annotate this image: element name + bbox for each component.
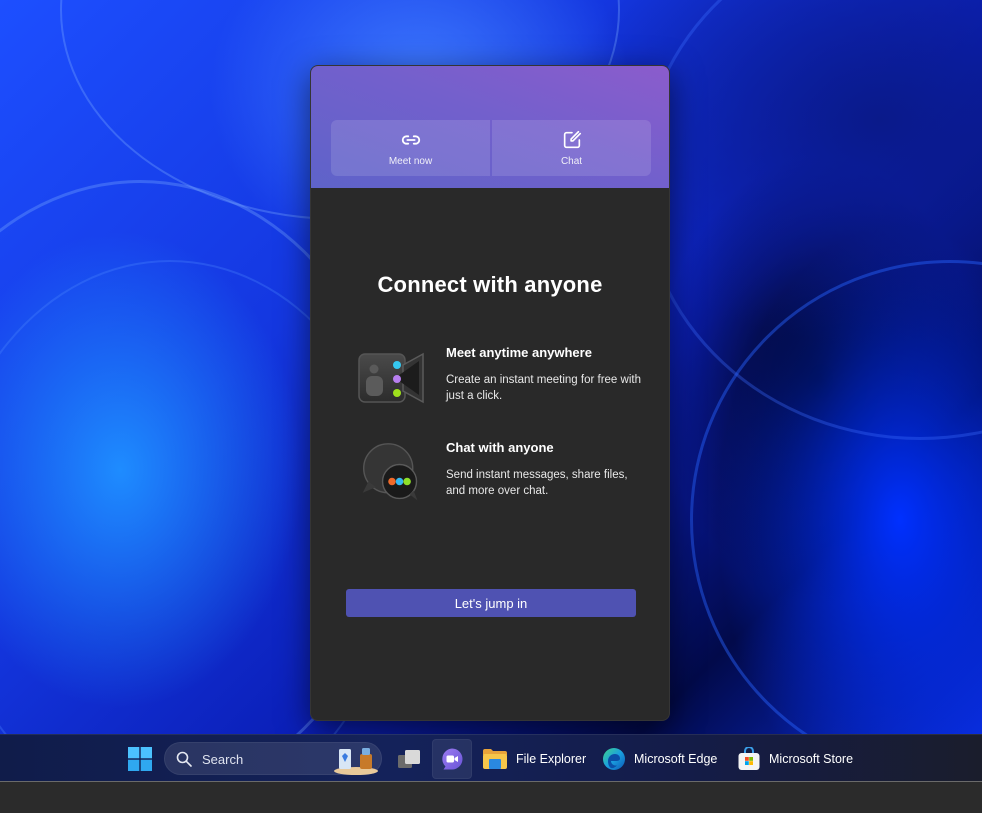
teams-chat-button[interactable] bbox=[432, 739, 472, 779]
feature-chat-description: Send instant messages, share files, and … bbox=[446, 469, 628, 497]
taskbar-file-explorer[interactable]: File Explorer bbox=[482, 739, 586, 779]
flyout-title: Connect with anyone bbox=[377, 272, 603, 297]
flyout-body: Connect with anyone Meet anytime anywher… bbox=[311, 188, 669, 720]
task-view-button[interactable] bbox=[392, 739, 426, 779]
chat-label: Chat bbox=[560, 156, 583, 167]
task-view-icon bbox=[398, 750, 420, 768]
quick-actions: Meet now Chat bbox=[331, 120, 651, 176]
wallpaper-swirl bbox=[690, 260, 982, 735]
feature-meet-title: Meet anytime anywhere bbox=[446, 345, 592, 360]
search-icon bbox=[176, 751, 192, 767]
feature-meet-description: Create an instant meeting for free with … bbox=[446, 374, 641, 402]
chat-bubbles-icon bbox=[362, 443, 418, 501]
store-icon bbox=[738, 747, 760, 770]
meet-now-label: Meet now bbox=[388, 156, 433, 167]
search-placeholder: Search bbox=[202, 752, 244, 767]
microsoft-store-label: Microsoft Store bbox=[769, 752, 854, 766]
taskbar-search[interactable]: Search bbox=[164, 742, 382, 775]
meet-now-button[interactable]: Meet now bbox=[331, 120, 490, 176]
teams-chat-icon bbox=[442, 748, 463, 770]
taskbar: Search File Explorer Microsoft Edge Micr… bbox=[0, 734, 982, 782]
feature-chat: Chat with anyone Send instant messages, … bbox=[357, 440, 657, 520]
feature-meet: Meet anytime anywhere Create an instant … bbox=[357, 345, 657, 425]
folder-icon bbox=[483, 749, 507, 769]
feature-chat-title: Chat with anyone bbox=[446, 440, 554, 455]
edge-icon bbox=[603, 748, 625, 770]
chat-button[interactable]: Chat bbox=[492, 120, 651, 176]
wallpaper-swirl bbox=[640, 0, 982, 440]
microsoft-edge-label: Microsoft Edge bbox=[634, 752, 718, 766]
search-highlight-icon bbox=[334, 748, 378, 775]
teams-flyout: Meet now Chat Connect with anyone Meet a… bbox=[310, 65, 670, 721]
taskbar-microsoft-store[interactable]: Microsoft Store bbox=[737, 739, 853, 779]
lets-jump-in-button[interactable]: Let's jump in bbox=[346, 589, 636, 617]
taskbar-microsoft-edge[interactable]: Microsoft Edge bbox=[602, 739, 717, 779]
windows-start-icon bbox=[128, 747, 152, 771]
flyout-header: Meet now Chat bbox=[311, 66, 669, 188]
start-button[interactable] bbox=[122, 739, 158, 779]
file-explorer-label: File Explorer bbox=[516, 752, 587, 766]
video-meeting-icon bbox=[358, 352, 424, 404]
compose-icon bbox=[563, 130, 581, 149]
link-icon bbox=[401, 135, 420, 145]
screen-bottom-area bbox=[0, 782, 982, 813]
